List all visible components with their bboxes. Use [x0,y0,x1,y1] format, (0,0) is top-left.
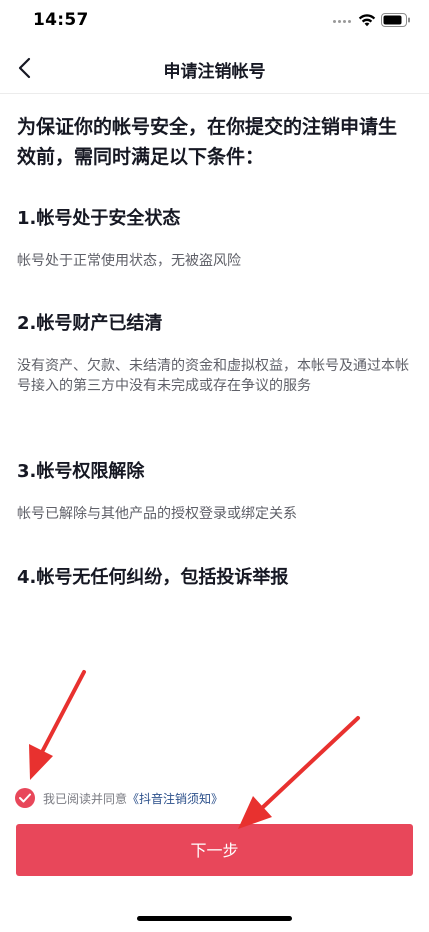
deletion-notice-link[interactable]: 《抖音注销须知》 [127,790,223,807]
cellular-signal-icon [333,20,353,24]
condition-title: 1.帐号处于安全状态 [17,208,181,229]
condition-desc: 帐号处于正常使用状态，无被盗风险 [17,253,241,269]
nav-bar: 申请注销帐号 [0,42,429,94]
next-button[interactable]: 下一步 [16,824,413,876]
conditions-content: 为保证你的帐号安全，在你提交的注销申请生效前，需同时满足以下条件： 1.帐号处于… [17,112,412,588]
intro-text: 为保证你的帐号安全，在你提交的注销申请生效前，需同时满足以下条件： [17,116,398,168]
checkmark-icon [19,793,31,803]
status-bar: 14:57 [0,0,429,42]
home-indicator [137,916,292,921]
account-deletion-screen: 14:57 申请注销帐号 为保证你的帐号安全，在你提交的注销申请生效前，需同时满… [0,0,429,932]
annotation-arrow-checkbox [29,670,86,780]
condition-title: 2.帐号财产已结清 [17,313,163,334]
condition-desc: 没有资产、欠款、未结清的资金和虚拟权益，本帐号及通过本帐号接入的第三方中没有未完… [17,358,409,394]
agreement-checkbox[interactable] [15,788,35,808]
wifi-icon [358,12,376,27]
battery-icon [381,12,411,27]
agreement-text: 我已阅读并同意 [43,791,128,806]
page-title: 申请注销帐号 [163,62,266,82]
annotation-arrow-next-button [238,716,360,829]
condition-title: 3.帐号权限解除 [17,461,145,482]
condition-title: 4.帐号无任何纠纷，包括投诉举报 [17,567,289,588]
agreement-row: 我已阅读并同意 《抖音注销须知》 [15,787,223,809]
status-time: 14:57 [33,10,89,30]
condition-desc: 帐号已解除与其他产品的授权登录或绑定关系 [17,506,297,522]
